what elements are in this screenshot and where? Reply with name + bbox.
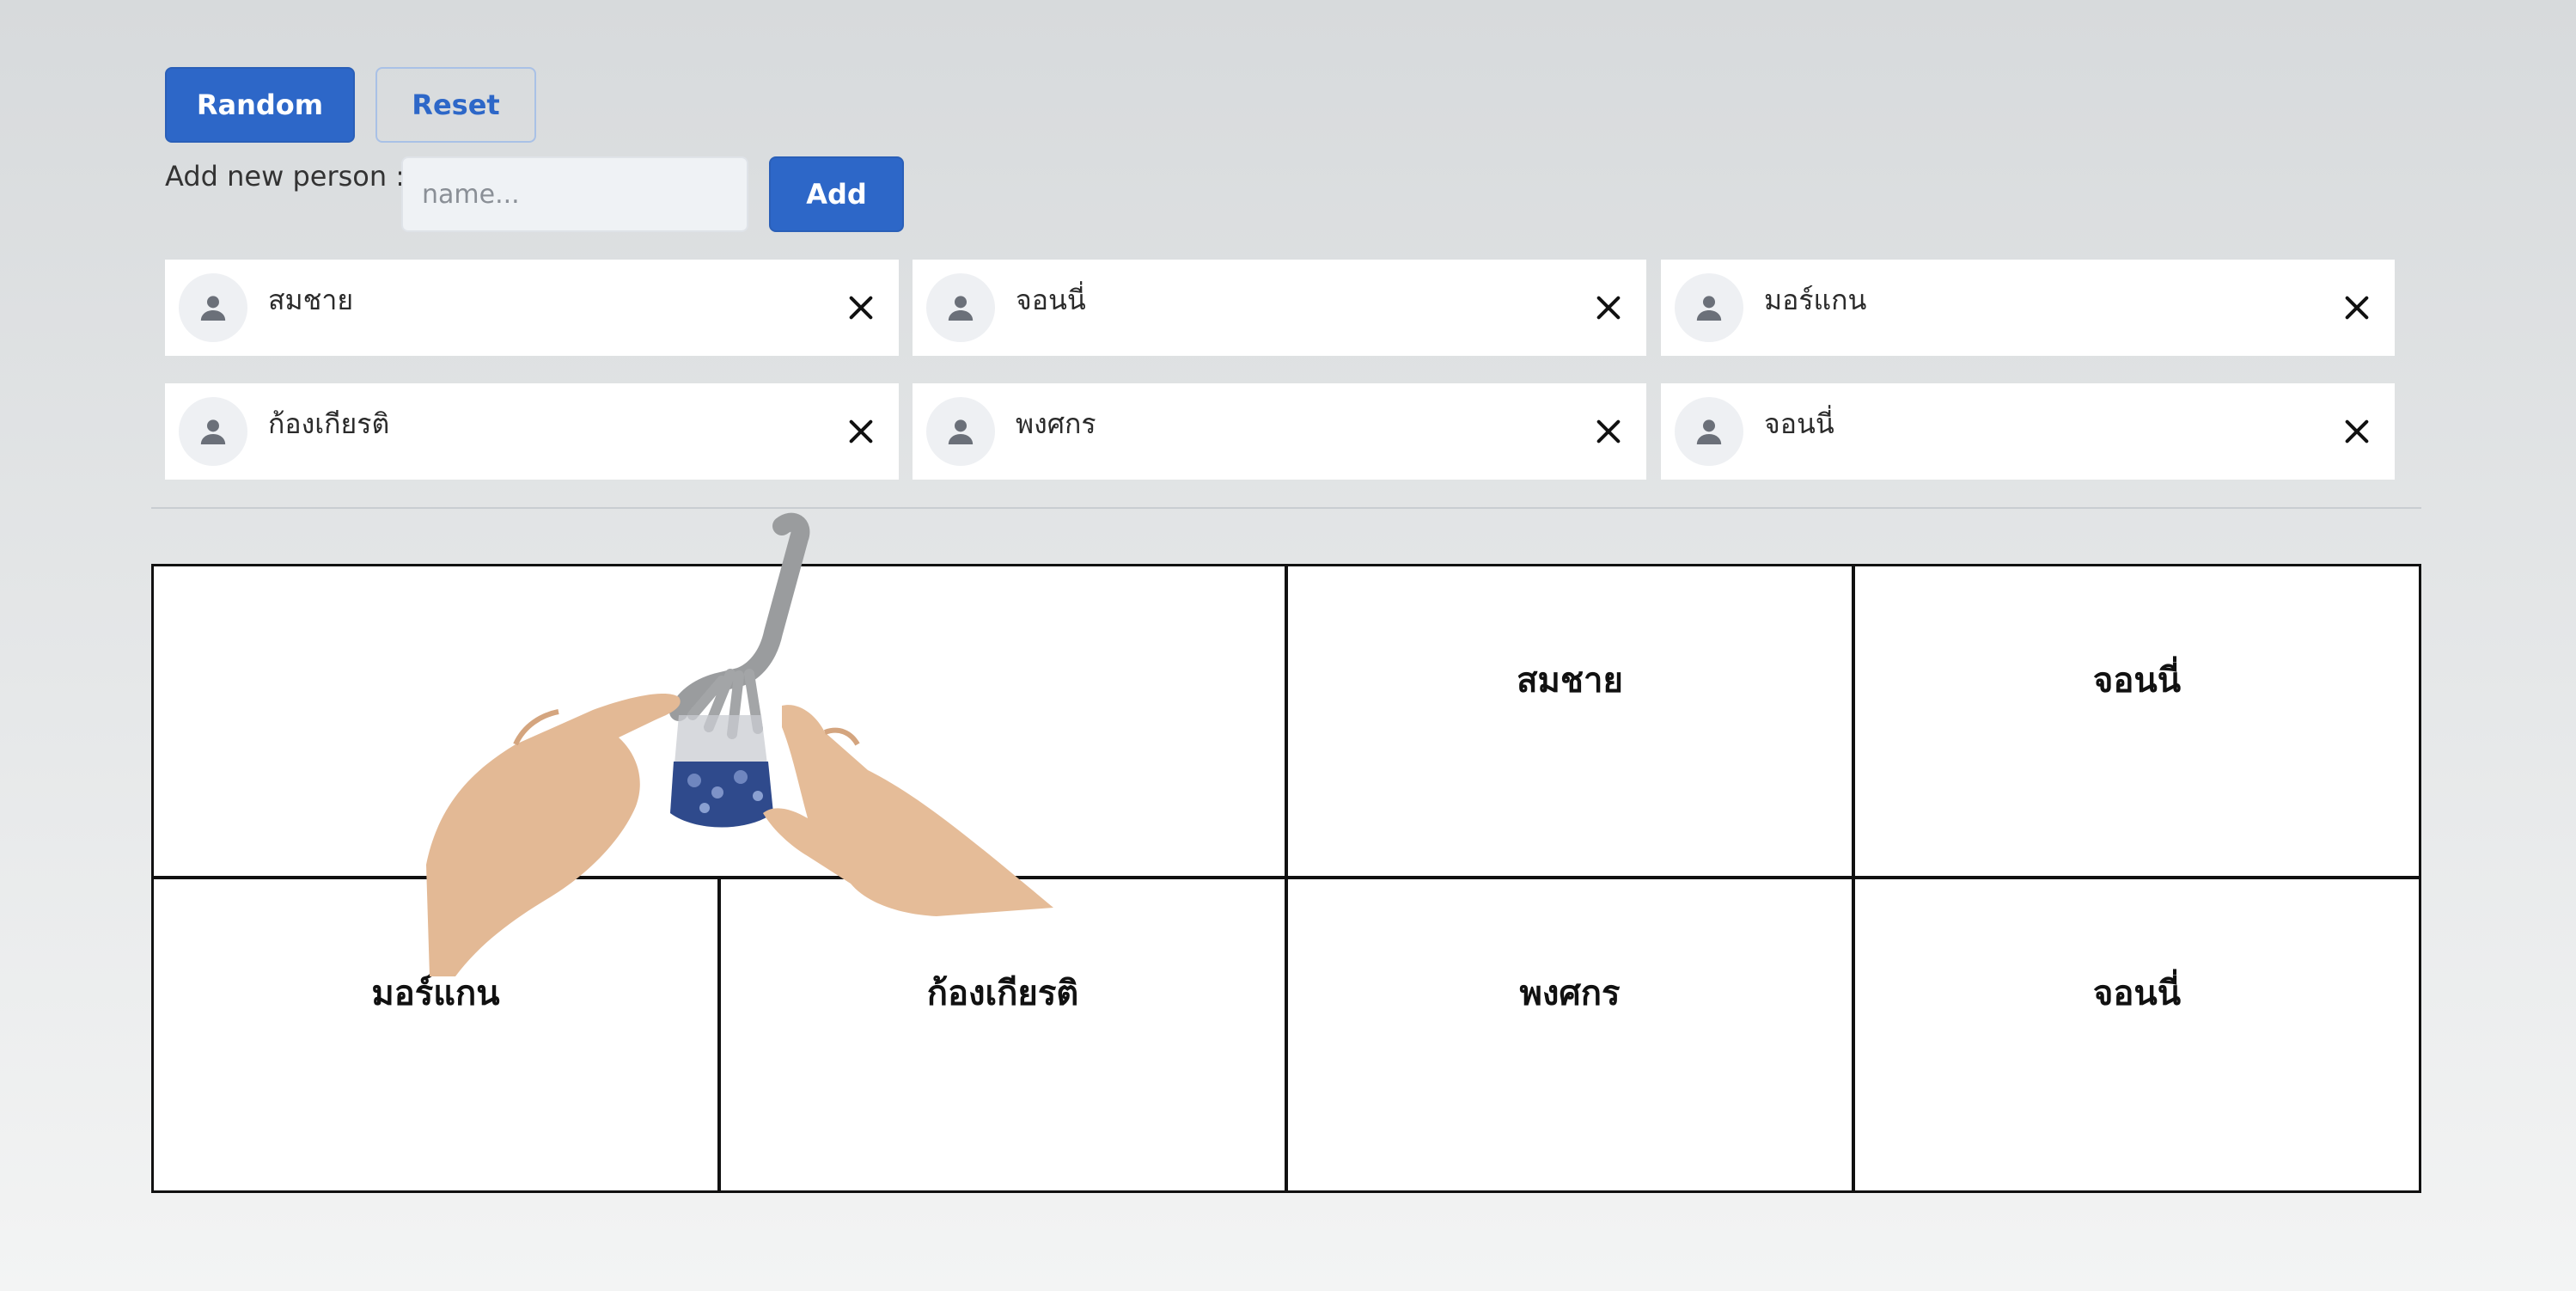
seat-cell: สมชาย xyxy=(1285,564,1854,878)
close-icon[interactable] xyxy=(2336,287,2378,328)
person-card: พงศกร xyxy=(913,383,1646,480)
random-button[interactable]: Random xyxy=(165,67,355,143)
person-card: ก้องเกียรติ xyxy=(165,383,899,480)
seat-name: ก้องเกียรติ xyxy=(926,974,1079,1013)
seat-cell: จอนนี่ xyxy=(1853,877,2421,1193)
add-button[interactable]: Add xyxy=(769,156,904,232)
seat-name: สมชาย xyxy=(1517,661,1623,701)
seat-cell: ก้องเกียรติ xyxy=(718,877,1287,1193)
user-icon xyxy=(179,397,247,466)
close-icon[interactable] xyxy=(840,411,882,452)
person-card: จอนนี่ xyxy=(1661,383,2395,480)
seat-name: จอนนี่ xyxy=(2092,974,2182,1013)
user-icon xyxy=(179,273,247,342)
seat-cell: จอนนี่ xyxy=(1853,564,2421,878)
user-icon xyxy=(926,273,995,342)
person-card: มอร์แกน xyxy=(1661,260,2395,356)
person-name: พงศกร xyxy=(1016,407,1096,440)
close-icon[interactable] xyxy=(1588,411,1629,452)
user-icon xyxy=(926,397,995,466)
seating-grid: สมชาย จอนนี่ มอร์แกน ก้องเกียรติ พงศกร จ… xyxy=(151,564,2421,1193)
name-input[interactable] xyxy=(401,156,748,232)
person-card: จอนนี่ xyxy=(913,260,1646,356)
person-name: จอนนี่ xyxy=(1016,284,1086,316)
divider xyxy=(151,507,2421,509)
person-card: สมชาย xyxy=(165,260,899,356)
seat-cell: พงศกร xyxy=(1285,877,1854,1193)
user-icon xyxy=(1675,273,1743,342)
person-name: ก้องเกียรติ xyxy=(268,407,390,440)
seat-cell: มอร์แกน xyxy=(151,877,720,1193)
add-person-label: Add new person : xyxy=(165,160,406,193)
reset-button[interactable]: Reset xyxy=(375,67,536,143)
seat-cell-empty xyxy=(151,564,1287,878)
close-icon[interactable] xyxy=(840,287,882,328)
user-icon xyxy=(1675,397,1743,466)
close-icon[interactable] xyxy=(1588,287,1629,328)
seat-name: มอร์แกน xyxy=(371,974,500,1013)
close-icon[interactable] xyxy=(2336,411,2378,452)
person-name: จอนนี่ xyxy=(1764,407,1834,440)
seat-name: พงศกร xyxy=(1519,974,1621,1013)
seat-name: จอนนี่ xyxy=(2092,661,2182,701)
person-name: สมชาย xyxy=(268,284,354,316)
person-name: มอร์แกน xyxy=(1764,284,1867,316)
